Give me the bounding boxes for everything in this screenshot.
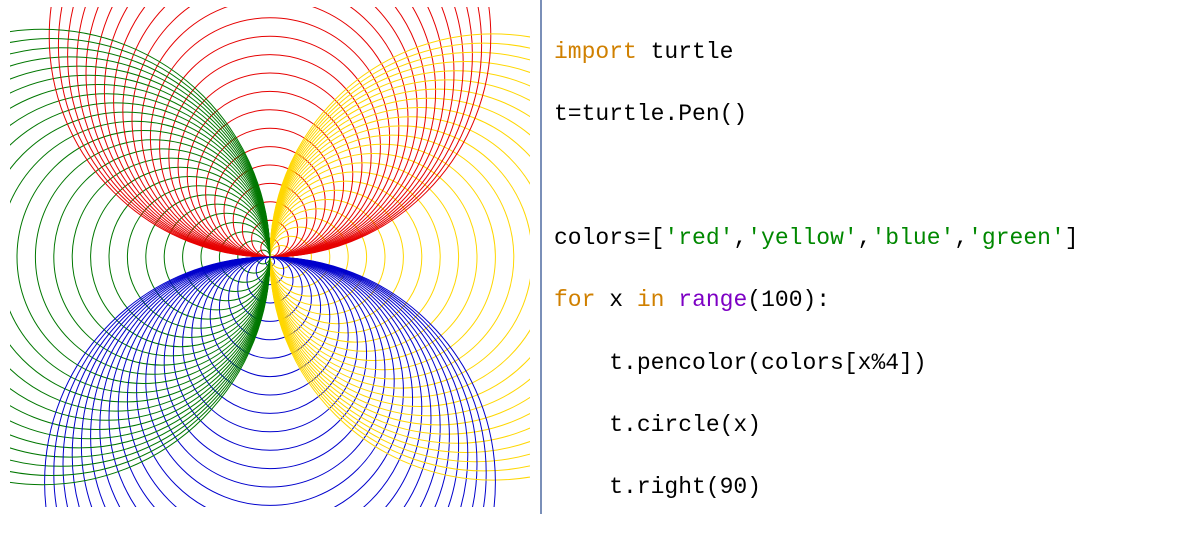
code-pane: import turtle t=turtle.Pen() colors=['re…: [542, 0, 1184, 514]
code-text: ,: [733, 225, 747, 251]
code-text: t=turtle.Pen(): [554, 101, 747, 127]
code-text: ]: [1065, 225, 1079, 251]
code-line-4: colors=['red','yellow','blue','green']: [554, 223, 1172, 254]
code-line-3-blank: [554, 161, 1172, 192]
code-text: x: [595, 287, 636, 313]
code-text: (100):: [747, 287, 830, 313]
code-line-5: for x in range(100):: [554, 285, 1172, 316]
string-literal: 'red': [664, 225, 733, 251]
turtle-canvas: [10, 7, 530, 507]
code-text: [664, 287, 678, 313]
code-text: t.circle(x): [554, 412, 761, 438]
code-text: t.right(90): [554, 474, 761, 500]
builtin-range: range: [678, 287, 747, 313]
keyword-import: import: [554, 39, 637, 65]
keyword-for: for: [554, 287, 595, 313]
code-text: colors=[: [554, 225, 664, 251]
code-line-6: t.pencolor(colors[x%4]): [554, 348, 1172, 379]
turtle-output: [0, 0, 540, 514]
keyword-in: in: [637, 287, 665, 313]
code-text: turtle: [637, 39, 734, 65]
code-line-8: t.right(90): [554, 472, 1172, 503]
code-line-1: import turtle: [554, 37, 1172, 68]
code-text: ,: [954, 225, 968, 251]
string-literal: 'green': [968, 225, 1065, 251]
string-literal: 'yellow': [747, 225, 857, 251]
code-line-2: t=turtle.Pen(): [554, 99, 1172, 130]
code-line-7: t.circle(x): [554, 410, 1172, 441]
code-text: ,: [858, 225, 872, 251]
code-text: t.pencolor(colors[x%4]): [554, 350, 927, 376]
string-literal: 'blue': [871, 225, 954, 251]
